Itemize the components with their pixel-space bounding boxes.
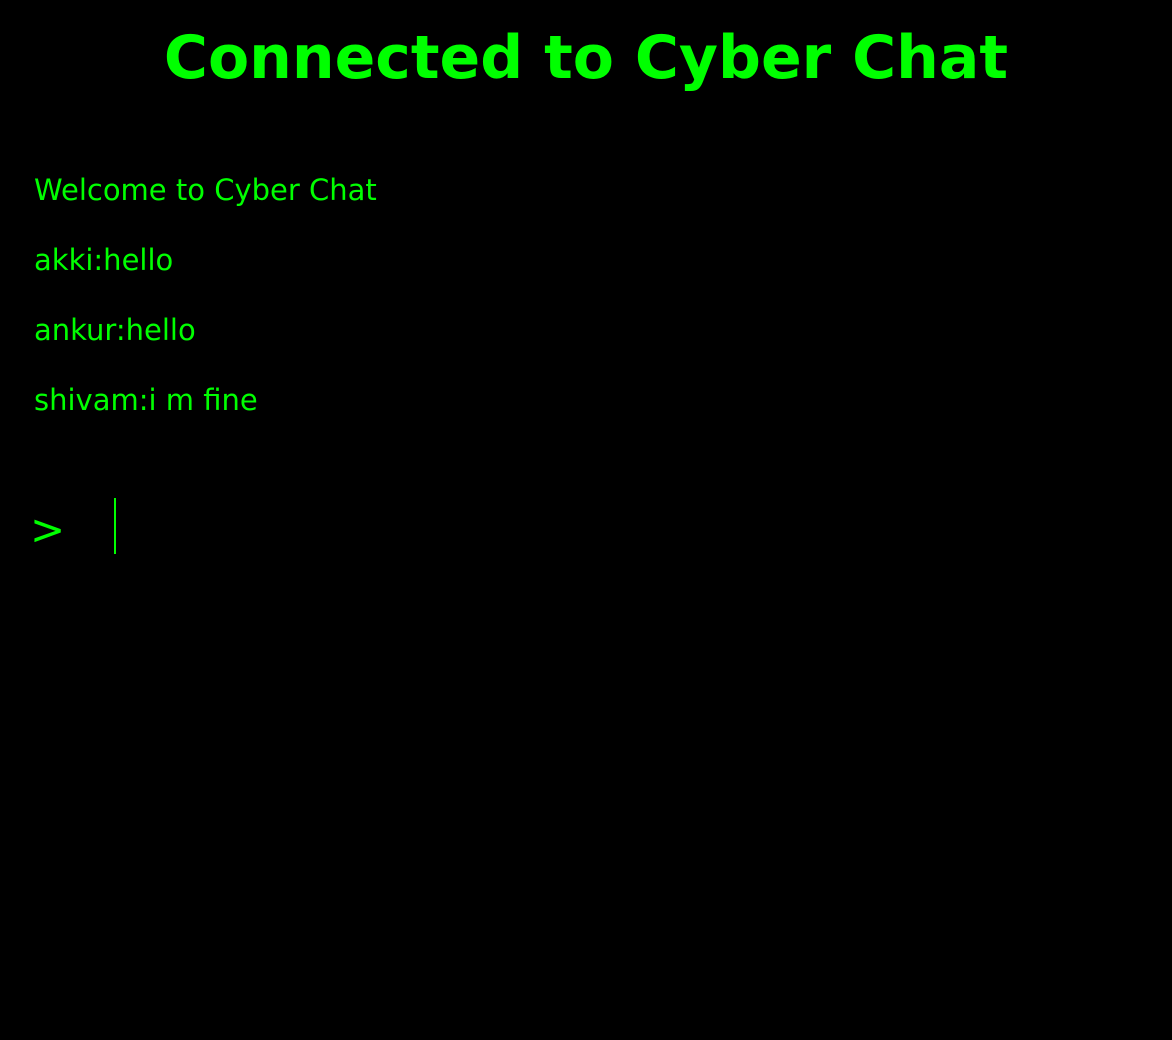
text-cursor <box>114 498 116 554</box>
prompt-symbol: > <box>30 505 66 554</box>
chat-message-input[interactable] <box>110 498 1010 554</box>
page-title: Connected to Cyber Chat <box>163 23 1009 93</box>
message-item: ankur:hello <box>34 313 196 347</box>
message-system-welcome: Welcome to Cyber Chat <box>34 173 377 207</box>
chat-input-row: > <box>30 496 1010 556</box>
message-item: akki:hello <box>34 243 174 277</box>
message-list: Welcome to Cyber Chat akki:hello ankur:h… <box>34 168 1134 448</box>
message-item: shivam:i m fine <box>34 383 258 417</box>
